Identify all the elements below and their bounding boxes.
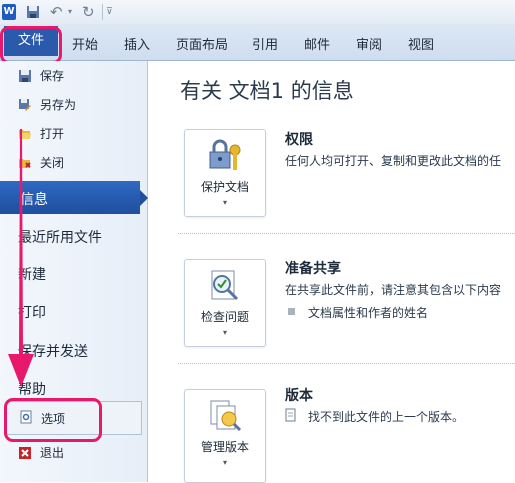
button-label: 检查问题 [200, 310, 249, 324]
selection-pointer [140, 190, 148, 206]
customize-toolbar-icon[interactable]: ⊽ [106, 4, 116, 20]
save-icon[interactable] [26, 4, 40, 20]
protect-document-button[interactable]: 保护文档 ▾ [184, 129, 266, 217]
tab-mailings[interactable]: 邮件 [304, 34, 330, 53]
sidebar-item-label: 保存 [40, 69, 65, 83]
exit-icon [18, 446, 32, 460]
section-heading-prepare: 准备共享 [285, 261, 341, 277]
bullet-icon [288, 308, 295, 315]
save-as-icon [18, 98, 32, 112]
undo-dropdown-icon[interactable]: ▾ [68, 4, 76, 20]
chevron-down-icon: ▾ [222, 198, 227, 207]
section-heading-permissions: 权限 [285, 132, 313, 148]
toolbar-divider [102, 4, 103, 20]
tab-references[interactable]: 引用 [252, 34, 278, 53]
sidebar-item-label: 打开 [40, 127, 65, 141]
quick-access-toolbar: W ↶ ▾ ↻ ⊽ [0, 0, 515, 25]
manage-versions-button[interactable]: 管理版本 ▾ [184, 389, 266, 483]
section-divider [178, 363, 515, 364]
page-title: 有关 文档1 的信息 [180, 79, 354, 103]
section-heading-versions: 版本 [285, 388, 313, 404]
word-icon[interactable]: W [2, 4, 16, 20]
tab-review[interactable]: 审阅 [356, 34, 382, 53]
info-panel: 有关 文档1 的信息 保护文档 ▾ 权限 任何人均可打开、复制和更改此文档的任 [148, 61, 515, 483]
annotation-down-arrow [8, 129, 34, 387]
chevron-down-icon: ▾ [222, 458, 227, 467]
tab-home[interactable]: 开始 [72, 34, 98, 53]
document-small-icon [285, 408, 297, 422]
sidebar-item-label: 退出 [40, 446, 65, 460]
section-desc-prepare: 在共享此文件前，请注意其包含以下内容 [285, 283, 502, 297]
redo-icon[interactable]: ↻ [82, 4, 98, 20]
sidebar-item-label: 选项 [41, 412, 66, 426]
tab-file[interactable]: 文件 [4, 26, 58, 56]
section-desc-versions: 找不到此文件的上一个版本。 [308, 410, 465, 424]
sidebar-item-label: 关闭 [40, 156, 65, 170]
section-desc-permissions: 任何人均可打开、复制和更改此文档的任 [285, 154, 502, 168]
section-divider [178, 233, 515, 234]
tab-insert[interactable]: 插入 [124, 34, 150, 53]
lock-key-icon [207, 138, 243, 174]
tab-page-layout[interactable]: 页面布局 [176, 34, 228, 53]
save-icon [18, 69, 32, 83]
ribbon-tab-bar: 文件 开始 插入 页面布局 引用 邮件 审阅 视图 [0, 24, 515, 61]
inspect-document-icon [207, 268, 243, 304]
manage-versions-icon [207, 398, 243, 434]
button-label: 管理版本 [200, 440, 249, 454]
button-label: 保护文档 [200, 180, 249, 194]
tab-view[interactable]: 视图 [408, 34, 434, 53]
options-icon [19, 410, 33, 424]
section-bullet-prepare: 文档属性和作者的姓名 [308, 306, 429, 320]
check-for-issues-button[interactable]: 检查问题 ▾ [184, 259, 266, 347]
backstage-sidebar: 保存 另存为 打开 关闭 信息 最近所用文件 新建 打印 保存并发送 帮助 选项 [0, 61, 148, 482]
sidebar-item-label: 另存为 [40, 98, 77, 112]
chevron-down-icon: ▾ [222, 328, 227, 337]
undo-icon[interactable]: ↶ [50, 4, 66, 20]
sidebar-item-options[interactable]: 选项 [6, 401, 142, 435]
